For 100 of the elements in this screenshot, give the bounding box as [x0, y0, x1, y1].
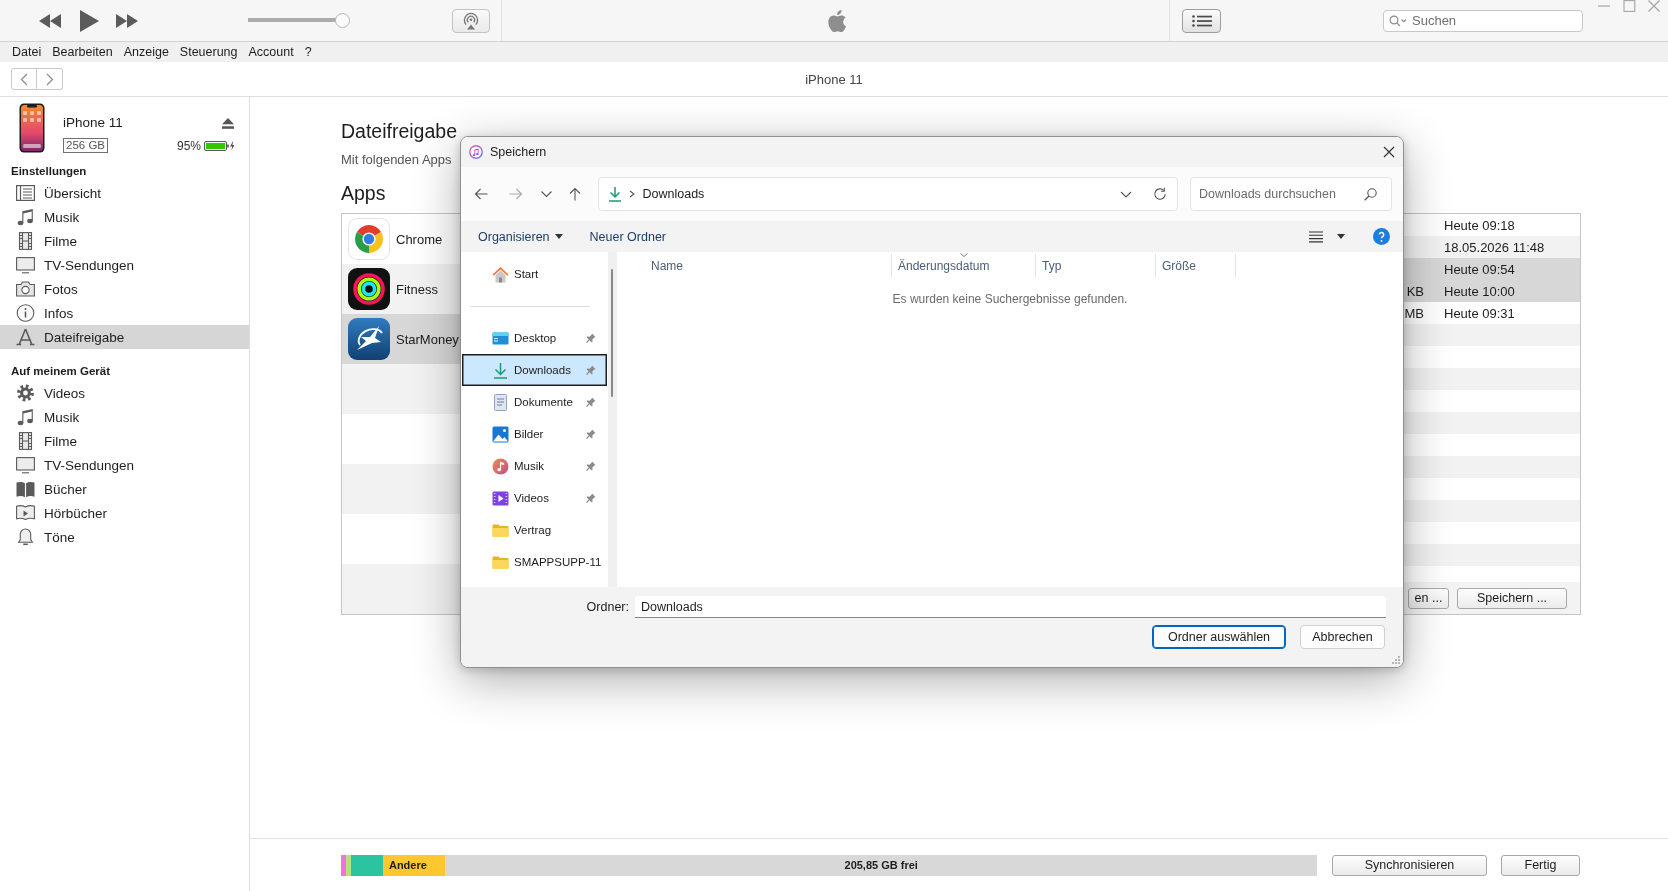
help-icon[interactable]	[1373, 228, 1390, 245]
search-icon[interactable]	[1389, 14, 1407, 27]
pin-icon[interactable]	[586, 493, 596, 503]
sidebar-item[interactable]: Übersicht	[0, 181, 249, 205]
sidebar-item[interactable]: Töne	[0, 525, 249, 549]
app-icon	[348, 268, 390, 310]
footer-button[interactable]: Synchronisieren	[1332, 854, 1487, 876]
pin-icon[interactable]	[586, 397, 596, 407]
sidebar-item[interactable]: Filme	[0, 229, 249, 253]
fast-forward-icon[interactable]	[116, 13, 138, 28]
search-field[interactable]: Suchen	[1410, 10, 1582, 31]
scrollbar-thumb[interactable]	[611, 269, 613, 397]
column-header[interactable]: Änderungsdatum	[891, 254, 1035, 278]
sidebar-item[interactable]: Musik	[0, 405, 249, 429]
list-view-button[interactable]	[1182, 8, 1221, 33]
menu-item[interactable]: Anzeige	[123, 45, 169, 59]
sidebar-item[interactable]: Videos	[0, 381, 249, 405]
camera-icon	[16, 280, 35, 298]
sidebar-item[interactable]: Bücher	[0, 477, 249, 501]
home-icon	[492, 265, 509, 283]
document-row[interactable]: Heute 09:18	[1404, 214, 1580, 236]
nav-pane-item[interactable]: Videos	[462, 482, 607, 514]
refresh-icon[interactable]	[1152, 187, 1167, 201]
dialog-title: Speichern	[490, 145, 547, 159]
search-field[interactable]: Downloads durchsuchen	[1197, 178, 1364, 210]
address-bar[interactable]: Downloads	[597, 177, 1178, 211]
back-button[interactable]	[11, 68, 37, 90]
sidebar-item[interactable]: Fotos	[0, 277, 249, 301]
chevron-right-icon	[628, 190, 635, 198]
nav-pane-item[interactable]: SMAPPSUPP-11	[462, 546, 607, 578]
pin-icon[interactable]	[586, 365, 596, 375]
slider-thumb[interactable]	[334, 13, 350, 28]
document-row[interactable]: MB Heute 09:31	[1404, 302, 1580, 324]
caret-down-icon[interactable]	[1337, 234, 1345, 239]
document-row[interactable]: Heute 09:54	[1404, 258, 1580, 280]
menu-item[interactable]: Datei	[12, 45, 42, 59]
close-icon[interactable]	[1383, 146, 1395, 158]
nav-pane-item[interactable]: Vertrag	[462, 514, 607, 546]
sidebar-item[interactable]: Dateifreigabe	[0, 325, 249, 349]
chevron-down-icon[interactable]	[1119, 190, 1132, 198]
rewind-icon[interactable]	[39, 13, 61, 28]
resize-grip-icon[interactable]	[1392, 656, 1400, 664]
nav-pane-item[interactable]: Desktop	[462, 322, 607, 354]
forward-button[interactable]	[37, 68, 63, 90]
nav-pane-item[interactable]: Start	[462, 258, 607, 290]
search-box[interactable]: Suchen	[1383, 9, 1583, 32]
pin-icon[interactable]	[586, 461, 596, 471]
sidebar-item[interactable]: Hörbücher	[0, 501, 249, 525]
dialog-button[interactable]: Abbrechen	[1300, 625, 1385, 649]
film-icon	[16, 232, 35, 250]
forward-arrow-icon[interactable]	[509, 187, 523, 201]
column-header[interactable]: Typ	[1035, 254, 1155, 278]
app-row[interactable]: Fitness	[342, 264, 461, 314]
sidebar-item[interactable]: TV-Sendungen	[0, 253, 249, 277]
app-row[interactable]: Chrome	[342, 214, 461, 264]
command-button[interactable]: Neuer Ordner	[589, 223, 666, 250]
details-view-icon[interactable]	[1309, 230, 1323, 243]
column-header[interactable]: Name	[617, 254, 891, 278]
chevron-down-icon[interactable]	[540, 190, 553, 198]
nav-pane-item[interactable]: Bilder	[462, 418, 607, 450]
empty-message: Es wurden keine Suchergebnisse gefunden.	[891, 291, 1129, 307]
download-icon	[607, 186, 622, 202]
sidebar-item[interactable]: Infos	[0, 301, 249, 325]
airplay-button[interactable]	[452, 8, 490, 33]
document-row[interactable]: KB Heute 10:00	[1404, 280, 1580, 302]
nav-pane-item[interactable]: Dokumente	[462, 386, 607, 418]
sidebar-item[interactable]: Musik	[0, 205, 249, 229]
nav-pane-item[interactable]: Musik	[462, 450, 607, 482]
pin-icon[interactable]	[586, 429, 596, 439]
date-cell-text: Heute 09:18	[1444, 217, 1516, 233]
footer-button[interactable]: Fertig	[1501, 854, 1580, 876]
column-header[interactable]: Größe	[1155, 254, 1236, 278]
breadcrumb[interactable]: Downloads	[642, 187, 705, 201]
back-arrow-icon[interactable]	[474, 187, 488, 201]
sidebar-item[interactable]: TV-Sendungen	[0, 453, 249, 477]
document-row[interactable]: 18.05.2026 11:48	[1404, 236, 1580, 258]
nav-pane-item[interactable]: Downloads	[462, 354, 607, 386]
pin-icon[interactable]	[586, 333, 596, 343]
command-button[interactable]: Organisieren	[478, 223, 563, 250]
dialog-button[interactable]: Ordner auswählen	[1152, 625, 1286, 649]
up-arrow-icon[interactable]	[568, 187, 582, 201]
date-cell-text: Heute 09:31	[1444, 305, 1516, 321]
sort-caret-icon	[959, 253, 968, 257]
list-button[interactable]: Speichern ...	[1457, 587, 1567, 609]
menu-item[interactable]: Bearbeiten	[52, 45, 113, 59]
eject-icon[interactable]	[222, 117, 234, 129]
video-icon	[492, 489, 509, 507]
folder-field[interactable]: Downloads	[635, 596, 1386, 618]
menu-item[interactable]: Account	[248, 45, 294, 59]
menu-item[interactable]: ?	[304, 45, 312, 59]
search-box[interactable]: Downloads durchsuchen	[1190, 177, 1392, 211]
tv-icon	[16, 456, 35, 474]
list-icon	[1191, 14, 1212, 27]
menu-item[interactable]: Steuerung	[179, 45, 238, 59]
sidebar-item[interactable]: Filme	[0, 429, 249, 453]
list-button[interactable]: en ...	[1408, 587, 1449, 609]
maximize-icon[interactable]	[1622, 0, 1636, 12]
search-icon[interactable]	[1364, 187, 1377, 201]
app-row[interactable]: StarMoney	[342, 314, 461, 364]
play-icon[interactable]	[80, 9, 99, 32]
